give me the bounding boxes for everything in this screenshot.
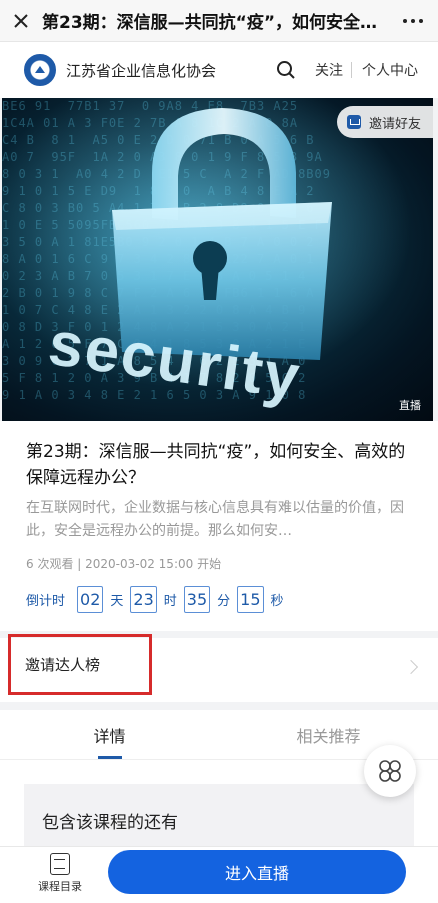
countdown: 倒计时 02 天 23 时 35 分 15 秒 bbox=[26, 586, 412, 613]
invite-ranking-label: 邀请达人榜 bbox=[8, 634, 152, 695]
close-icon bbox=[14, 13, 28, 28]
course-meta: 6 次观看 | 2020-03-02 15:00 开始 bbox=[26, 557, 222, 571]
countdown-minutes: 35 bbox=[183, 586, 211, 613]
security-word: security bbox=[44, 309, 305, 413]
included-courses-title: 包含该课程的还有 bbox=[42, 813, 178, 833]
search-button[interactable] bbox=[271, 55, 301, 85]
course-cover-image: BE6 91 77B1 37 0 9A8 4 E8 7B3 A25 1C4A 0… bbox=[2, 98, 433, 421]
tab-details[interactable]: 详情 bbox=[0, 710, 219, 759]
personal-center-link[interactable]: 个人中心 bbox=[352, 60, 438, 80]
search-icon bbox=[277, 61, 295, 79]
security-text: security bbox=[44, 309, 305, 413]
org-name: 江苏省企业信息化协会 bbox=[66, 61, 217, 80]
chevron-right-icon bbox=[403, 659, 419, 675]
follow-button[interactable]: 关注 bbox=[307, 60, 351, 80]
clover-icon bbox=[379, 760, 401, 782]
live-tag: 直播 bbox=[399, 399, 421, 412]
countdown-hours: 23 bbox=[130, 586, 157, 613]
floating-menu-button[interactable] bbox=[364, 745, 416, 797]
seconds-unit: 秒 bbox=[270, 594, 284, 609]
course-title: 第23期：深信服—共同抗“疫”，如何安全、高效的保障远程办公？ bbox=[26, 442, 406, 488]
title-bar: 第23期：深信服—共同抗“疫”，如何安全、高效的保障远程办公？ bbox=[0, 0, 438, 42]
countdown-label: 倒计时 bbox=[26, 594, 66, 609]
enter-live-button[interactable]: 进入直播 bbox=[108, 850, 406, 894]
invite-friends-label: 邀请好友 bbox=[368, 116, 421, 132]
course-catalog-button[interactable]: 课程目录 bbox=[30, 853, 90, 894]
course-description[interactable]: 在互联网时代，企业数据与核心信息具有难以估量的价值，因此，安全是远程办公的前提。… bbox=[26, 497, 412, 543]
days-unit: 天 bbox=[110, 594, 124, 609]
list-icon bbox=[50, 853, 70, 875]
countdown-seconds: 15 bbox=[237, 586, 264, 613]
org-logo bbox=[24, 54, 56, 86]
more-button[interactable] bbox=[388, 0, 438, 42]
invite-ranking-row[interactable]: 邀请达人榜 bbox=[0, 634, 438, 702]
more-icon bbox=[403, 18, 423, 23]
envelope-icon bbox=[346, 115, 361, 129]
course-info: 第23期：深信服—共同抗“疫”，如何安全、高效的保障远程办公？ 在互联网时代，企… bbox=[0, 421, 438, 631]
close-button[interactable] bbox=[0, 0, 42, 42]
invite-friends-button[interactable]: 邀请好友 bbox=[336, 106, 433, 138]
minutes-unit: 分 bbox=[217, 594, 231, 609]
countdown-days: 02 bbox=[77, 586, 104, 613]
included-courses-card: 包含该课程的还有 bbox=[24, 784, 414, 850]
bottom-bar: 课程目录 进入直播 bbox=[0, 846, 438, 903]
course-catalog-label: 课程目录 bbox=[38, 880, 82, 893]
hours-unit: 时 bbox=[163, 594, 177, 609]
org-header: 江苏省企业信息化协会 关注 个人中心 bbox=[0, 42, 438, 98]
page-title: 第23期：深信服—共同抗“疫”，如何安全、高效的保障远程办公？ bbox=[42, 13, 388, 33]
